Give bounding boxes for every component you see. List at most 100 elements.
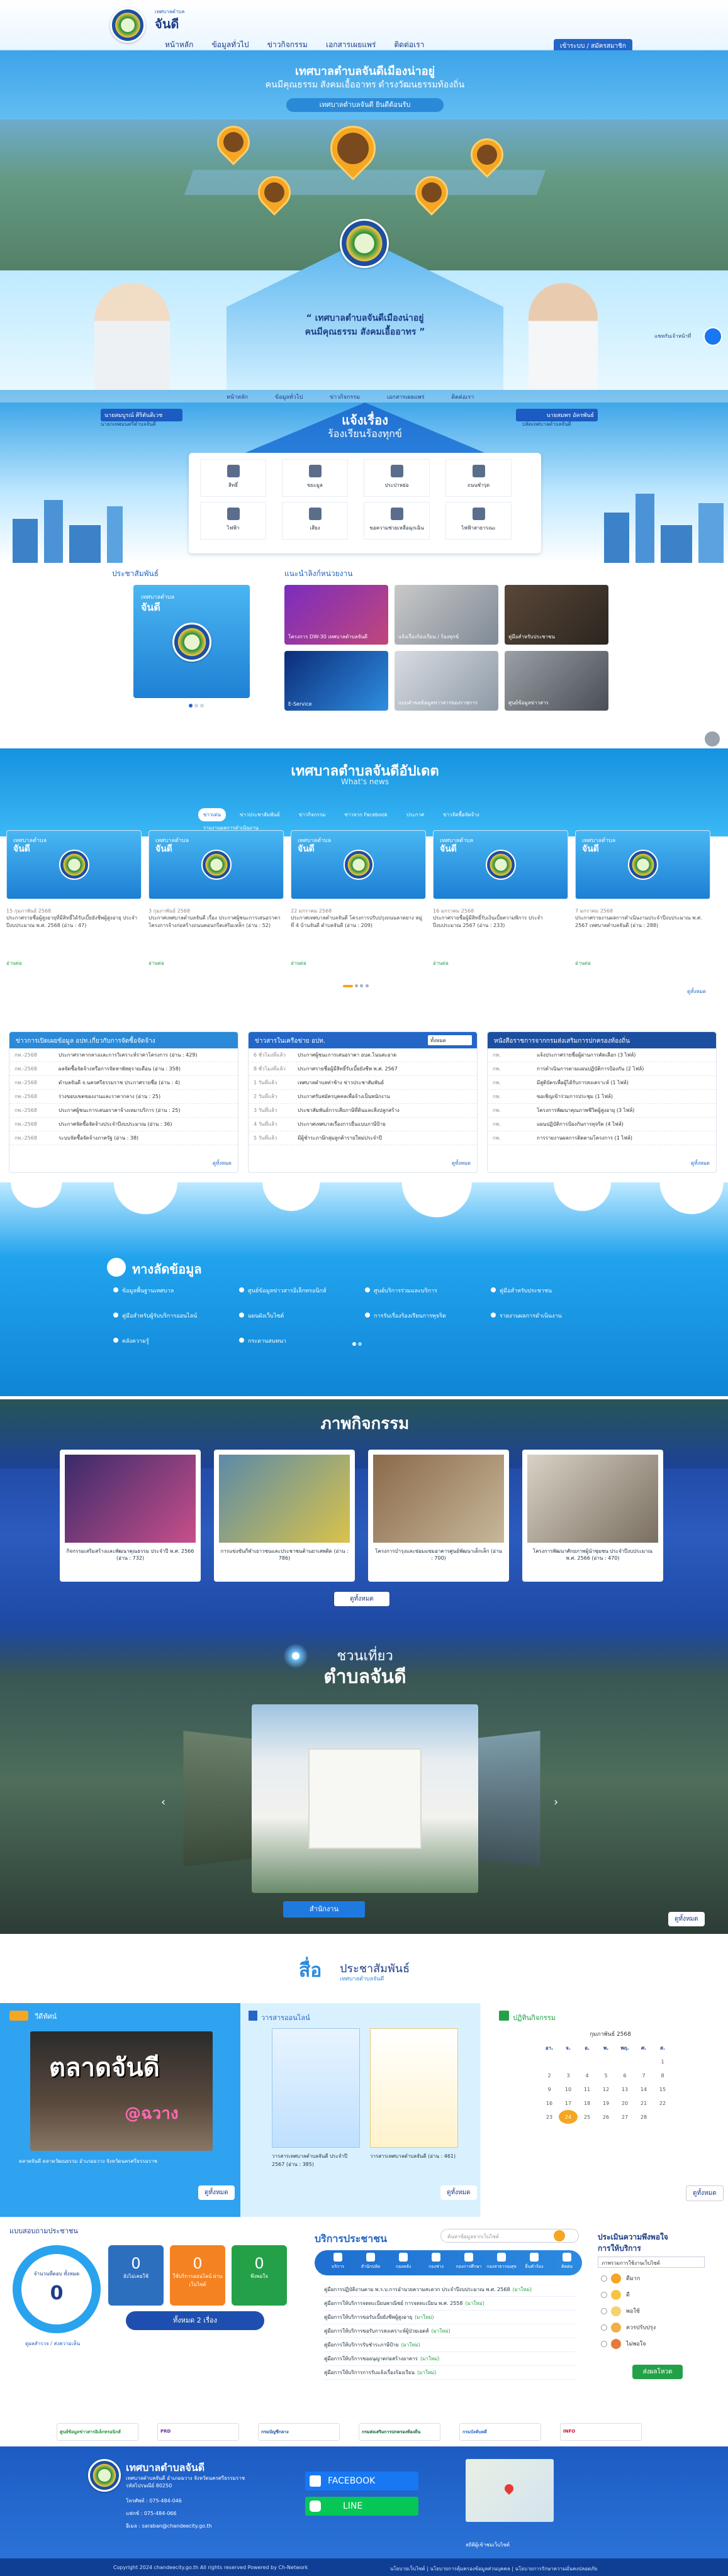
footer-map[interactable] [466, 2459, 554, 2522]
calendar-day[interactable]: 28 [634, 2110, 653, 2124]
calendar-day[interactable]: 16 [540, 2096, 559, 2110]
radio-button[interactable] [601, 2341, 607, 2347]
calendar-day[interactable]: 3 [559, 2068, 578, 2082]
calendar-day[interactable]: 22 [653, 2096, 672, 2110]
eservice-row[interactable]: คู่มือการให้บริการการรับแจ้งเรื่องร้องเร… [324, 2366, 576, 2380]
calendar-day[interactable]: 27 [615, 2110, 634, 2124]
panel-row[interactable]: กพ. มีสูติบัตรเพื่อผู้ได้รับการสงเคราะห์ … [488, 1076, 716, 1090]
news-card[interactable]: เทศบาลตำบล จันดี [433, 830, 568, 899]
news-text[interactable]: ประกาศรายงานผลการดำเนินงานประจำปีงบประมา… [575, 914, 707, 945]
eservice-row[interactable]: คู่มือการให้บริการขอรับเบี้ยยังชีพผู้สูง… [324, 2311, 576, 2324]
calendar-day[interactable]: 23 [540, 2110, 559, 2124]
nav-home[interactable]: หน้าหลัก [165, 39, 193, 51]
tour-next-icon[interactable]: › [554, 1796, 558, 1809]
link-tile[interactable]: แจ้งเรื่องร้องเรียน / ร้องทุกข์ [395, 585, 498, 645]
site-logo[interactable] [110, 8, 145, 43]
pr-slide[interactable]: เทศบาลตำบล จันดี [133, 585, 250, 698]
eservice-shortcut[interactable]: กองช่าง [420, 2253, 452, 2270]
calendar-day[interactable]: 9 [540, 2082, 559, 2096]
shortcut-link[interactable]: ข้อมูลพื้นฐานเทศบาล [113, 1286, 239, 1295]
messenger-icon[interactable] [703, 327, 722, 346]
read-more-link[interactable]: อ่านต่อ [291, 959, 306, 967]
news-more-link[interactable]: ดูทั้งหมด [687, 987, 706, 996]
partner-logo[interactable]: กรมส่งเสริมการปกครองท้องถิ่น [359, 2423, 440, 2441]
partner-logo[interactable]: INFO [560, 2423, 642, 2441]
calendar-day[interactable]: 6 [615, 2068, 634, 2082]
panel-row[interactable]: 3 วันที่แล้ว ประชาสัมพันธ์การเสียภาษีที่ด… [249, 1104, 477, 1118]
calendar-day[interactable]: 5 [596, 2068, 615, 2082]
eservice-shortcut[interactable]: กองคลัง [388, 2253, 419, 2270]
calendar-day[interactable]: 14 [634, 2082, 653, 2096]
calendar-day[interactable]: 13 [615, 2082, 634, 2096]
calendar-day[interactable]: 26 [596, 2110, 615, 2124]
eservice-shortcut[interactable]: สำนักปลัด [355, 2253, 386, 2270]
activity-more-button[interactable]: ดูทั้งหมด [333, 1591, 390, 1607]
calendar-day[interactable]: 8 [653, 2068, 672, 2082]
secondary-nav-item[interactable]: ข้อมูลทั่วไป [275, 394, 303, 401]
news-card[interactable]: เทศบาลตำบล จันดี [148, 830, 284, 899]
news-text[interactable]: ประกาศรายชื่อผู้สูงอายุที่มีสิทธิ์ได้รับ… [6, 914, 138, 945]
panel-filter-select[interactable]: ทั้งหมด [428, 1035, 472, 1045]
shortcut-link[interactable]: คู่มือสำหรับประชาชน [491, 1286, 617, 1295]
secondary-nav-item[interactable]: ติดต่อเรา [451, 394, 474, 401]
panel-row[interactable]: กพ.-2568 ระบบจัดซื้อจัดจ้างภาครัฐ (อ่าน :… [9, 1131, 238, 1145]
read-more-link[interactable]: อ่านต่อ [148, 959, 164, 967]
eservice-shortcut[interactable]: กองการศึกษา [453, 2253, 484, 2270]
tour-caption-button[interactable]: สำนักงาน [283, 1901, 365, 1918]
video-more-button[interactable]: ดูทั้งหมด [198, 2185, 235, 2200]
partner-logo[interactable]: กรมบัญชีกลาง [258, 2423, 340, 2441]
calendar-more-button[interactable]: ดูทั้งหมด [686, 2185, 724, 2201]
link-tile[interactable]: E-Service [284, 651, 388, 711]
shortcut-link[interactable]: ศูนย์ข้อมูลข่าวสารอิเล็กทรอนิกส์ [239, 1286, 365, 1295]
eservice-shortcut[interactable]: ยื่นคำร้อง [518, 2253, 550, 2270]
complaint-category[interactable]: เสียง [282, 502, 348, 540]
poll-option[interactable]: ไม่พอใจ [601, 2339, 656, 2355]
calendar-day[interactable]: 18 [578, 2096, 596, 2110]
secondary-nav-item[interactable]: ข่าวกิจกรรม [330, 394, 360, 401]
poll-option[interactable]: ดี [601, 2290, 656, 2306]
partner-logo[interactable]: กรมบังคับคดี [459, 2423, 541, 2441]
news-card[interactable]: เทศบาลตำบล จันดี [575, 830, 710, 899]
footer-policy-links[interactable]: นโยบายเว็บไซต์ | นโยบายการคุ้มครองข้อมูล… [390, 2565, 597, 2573]
activity-card[interactable]: โครงการบำรุงและซ่อมแซมอาคารศูนย์พัฒนาเด็… [368, 1450, 509, 1582]
panel-row[interactable]: กพ. การดำเนินการตามแผนปฏิบัติการป้องกัน (… [488, 1062, 716, 1076]
tour-more-button[interactable]: ดูทั้งหมด [668, 1912, 705, 1926]
calendar-day[interactable]: 17 [559, 2096, 578, 2110]
poll-select[interactable]: ภาพรวมการใช้งานเว็บไซต์ [598, 2257, 705, 2268]
secondary-nav-item[interactable]: เอกสารเผยแพร่ [387, 394, 425, 401]
news-tab[interactable]: ข่าวจาก Facebook [339, 808, 393, 821]
news-tab[interactable]: ข่าวจัดซื้อจัดจ้าง [438, 808, 484, 821]
journal-more-button[interactable]: ดูทั้งหมด [440, 2185, 477, 2200]
calendar-day[interactable]: 20 [615, 2096, 634, 2110]
calendar-day[interactable]: 10 [559, 2082, 578, 2096]
shortcut-link[interactable]: ศูนย์บริการร่วมและบริการ [365, 1286, 491, 1295]
eservice-row[interactable]: คู่มือการให้บริการจดทะเบียนพาณิชย์ การจด… [324, 2297, 576, 2311]
news-tab[interactable]: ประกาศ [401, 808, 429, 821]
eservice-shortcut[interactable]: ติดต่อ [551, 2253, 583, 2270]
eservice-row[interactable]: คู่มือการปฏิบัติงานตาม พ.ร.บ.การอำนวยควา… [324, 2283, 576, 2297]
partner-logo[interactable]: PRD [157, 2423, 239, 2441]
nav-general[interactable]: ข้อมูลทั่วไป [212, 39, 249, 51]
panel-more-link[interactable]: ดูทั้งหมด [452, 1159, 471, 1167]
link-tile[interactable]: ศูนย์ข้อมูลข่าวสาร [505, 651, 608, 711]
read-more-link[interactable]: อ่านต่อ [575, 959, 591, 967]
radio-button[interactable] [601, 2275, 607, 2282]
panel-more-link[interactable]: ดูทั้งหมด [213, 1159, 232, 1167]
secondary-nav-item[interactable]: หน้าหลัก [227, 394, 248, 401]
news-text[interactable]: ประกาศรายชื่อผู้มีสิทธิ์รับเงินเบี้ยความ… [433, 914, 565, 945]
poll-vote-button[interactable]: ส่งผลโหวต [632, 2365, 683, 2379]
search-icon[interactable] [554, 2230, 565, 2241]
link-tile[interactable]: แบบคำขอข้อมูลข่าวสารของราชการ [395, 651, 498, 711]
panel-row[interactable]: กพ.-2568 ตำบลจันดี จ.นครศรีธรรมราช ประกาศ… [9, 1076, 238, 1090]
eservice-row[interactable]: คู่มือการให้บริการขออนุญาตก่อสร้างอาคาร(… [324, 2352, 576, 2366]
panel-row[interactable]: กพ.-2568 ผลจัดซื้อจัดจ้างหรือการจัดหาพัสด… [9, 1062, 238, 1076]
panel-row[interactable]: 2 วันที่แล้ว ประกาศรับสมัครบุคคลเพื่อจ้าง… [249, 1090, 477, 1104]
panel-row[interactable]: กพ.-2568 ร่างขอบเขตของงานและราคากลาง (อ่า… [9, 1090, 238, 1104]
news-tab[interactable]: ข่าวประชาสัมพันธ์ [235, 808, 285, 821]
journal-cover[interactable] [272, 2028, 360, 2148]
tour-main-photo[interactable] [252, 1704, 478, 1893]
panel-row[interactable]: กพ.-2568 ประกาศผู้ชนะการเสนอราคาจ้างเหมาบ… [9, 1104, 238, 1118]
link-tile[interactable]: คู่มือสำหรับประชาชน [505, 585, 608, 645]
scroll-top-icon[interactable] [705, 731, 720, 747]
radio-button[interactable] [601, 2308, 607, 2314]
